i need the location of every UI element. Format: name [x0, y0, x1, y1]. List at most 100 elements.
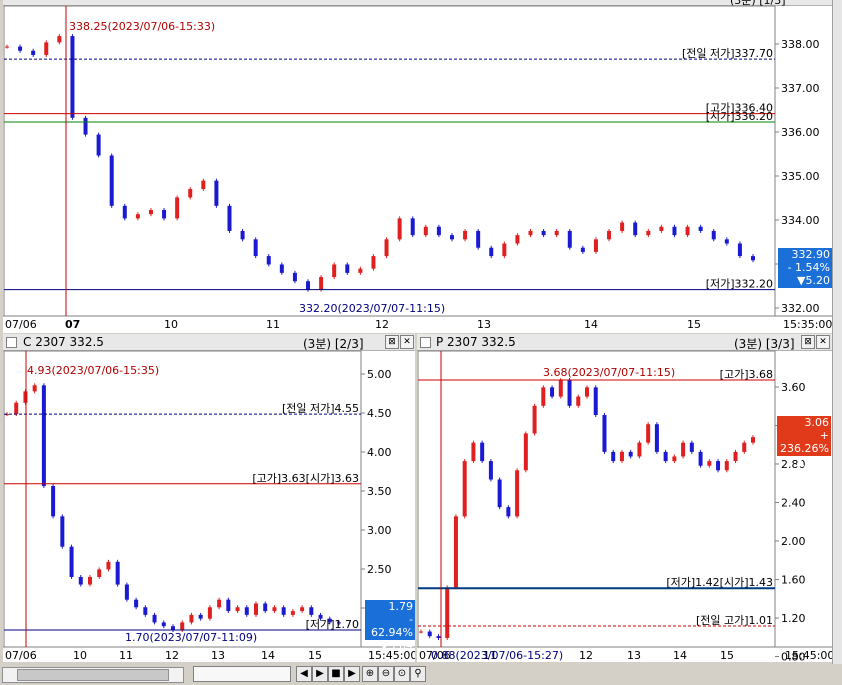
candle-body	[235, 607, 240, 612]
candle-body	[711, 230, 716, 240]
high-label: [고가]3.63[시가]3.63	[252, 472, 359, 485]
y-tick-label: 4.00	[367, 446, 392, 459]
candle-body	[122, 205, 127, 219]
call-option-chart-panel: C 2307 332.5 (3분) [2/3] ⊠ ✕ 5.00 4.50 4.00…	[3, 334, 415, 662]
candle-body	[78, 576, 83, 585]
open-label: [시가]336.20	[706, 110, 773, 123]
candle-body	[319, 277, 324, 290]
y-tick-label: 2.40	[781, 497, 806, 510]
candle-body	[427, 631, 432, 637]
candle-body	[567, 230, 572, 248]
candle-body	[266, 256, 271, 265]
candle-body	[240, 230, 245, 240]
futures-candlestick-chart[interactable]: 338.00 337.00 336.00 335.00 334.00 332.00 07/0…	[3, 0, 833, 333]
candle-body	[18, 46, 23, 51]
candle-body	[281, 607, 286, 615]
low-label: [저가]1.42[시가]1.43	[666, 576, 773, 589]
candle-body	[659, 226, 664, 231]
candle-body	[737, 243, 742, 257]
candle-body	[69, 546, 74, 577]
max-annotation: 338.25(2023/07/06-15:33)	[69, 20, 215, 33]
candle-body	[97, 569, 102, 577]
candle-body	[292, 272, 297, 282]
plot-area-border	[3, 5, 776, 317]
magnifier-icon[interactable]: ⚲	[410, 666, 426, 682]
candle-body	[602, 415, 607, 452]
y-tick-label: 3.00	[367, 524, 392, 537]
candle-body	[83, 117, 88, 135]
stop-button[interactable]: ■	[328, 666, 344, 682]
candle-body	[550, 387, 555, 397]
x-tick-label: 07	[65, 318, 80, 331]
zoom-out-icon[interactable]: ⊖	[378, 666, 394, 682]
candle-body	[70, 36, 75, 118]
candle-body	[611, 451, 616, 462]
futures-chart-panel: (3분) [1/3] 338.00 337.00 336.00 335.00 334.0…	[3, 0, 833, 333]
min-annotation: 1.70(2023/07/07-11:09)	[125, 631, 257, 644]
y-tick-label: 3.60	[781, 381, 806, 394]
candle-body	[633, 222, 638, 236]
scroll-thumb[interactable]	[17, 669, 169, 681]
put-candlestick-chart[interactable]: 3.603.202.802.402.001.601.200.8007/06111…	[417, 334, 832, 662]
candle-body	[463, 230, 468, 240]
call-candlestick-chart[interactable]: 5.004.504.003.503.002.502.0007/061011121…	[3, 334, 415, 662]
y-tick-label: 335.00	[781, 170, 820, 183]
horizontal-scrollbar[interactable]	[2, 667, 184, 683]
low-label: [저가]332.20	[706, 278, 773, 291]
candle-body	[109, 155, 114, 206]
candle-body	[436, 226, 441, 236]
play-button[interactable]: ▶	[312, 666, 328, 682]
futures-price-box: 332.90 - 1.54% ▼5.20	[778, 248, 832, 288]
call-change-pct: - 62.94%	[371, 613, 413, 639]
candle-body	[134, 599, 139, 608]
vertical-scrollbar[interactable]	[832, 0, 842, 664]
min-annotation: 0.88(2023/07/06-15:27)	[431, 649, 563, 662]
candle-body	[453, 516, 458, 588]
x-tick-label: 07/06	[5, 649, 37, 662]
zoom-slider[interactable]	[193, 666, 291, 682]
candle-body	[279, 264, 284, 273]
candle-body	[502, 243, 507, 257]
prev-button[interactable]: ◀	[296, 666, 312, 682]
candle-body	[751, 437, 755, 443]
candle-body	[135, 214, 140, 219]
candle-body	[217, 599, 222, 608]
prev-low-label: [전일 저가]337.70	[682, 46, 773, 60]
high-label: [고가]3.68	[720, 368, 773, 381]
zoom-in-icon[interactable]: ⊕	[362, 666, 378, 682]
y-tick-label: 2.00	[781, 535, 806, 548]
x-tick-label: 10	[73, 649, 87, 662]
candle-body	[707, 461, 712, 466]
candle-body	[480, 442, 485, 462]
candle-body	[162, 210, 167, 219]
candle-body	[585, 387, 589, 397]
futures-change: ▼5.20	[797, 274, 830, 287]
candle-body	[51, 486, 56, 517]
candle-body	[593, 387, 598, 416]
max-annotation: 3.68(2023/07/07-11:15)	[543, 366, 675, 379]
candle-body	[272, 607, 277, 612]
candle-body	[445, 587, 450, 638]
x-tick-label: 13	[627, 649, 641, 662]
candle-body	[672, 456, 677, 462]
zoom-fit-icon[interactable]: ⊙	[394, 666, 410, 682]
candle-body	[332, 264, 337, 278]
candle-body	[410, 218, 415, 236]
candle-body	[309, 607, 314, 615]
candle-body	[532, 405, 537, 434]
y-tick-label: 1.60	[781, 574, 806, 587]
candle-body	[201, 180, 206, 190]
candle-body	[23, 391, 28, 403]
candle-body	[567, 380, 572, 406]
candle-body	[681, 442, 686, 457]
candle-body	[685, 226, 690, 236]
y-tick-label: 337.00	[781, 82, 820, 95]
candle-body	[57, 36, 62, 43]
futures-change-pct: - 1.54%	[787, 261, 830, 274]
next-button[interactable]: ▶	[344, 666, 360, 682]
y-tick-label: 3.50	[367, 485, 392, 498]
candle-body	[31, 50, 36, 55]
candle-body	[724, 461, 729, 471]
candle-body	[198, 614, 203, 619]
candle-body	[733, 451, 738, 462]
